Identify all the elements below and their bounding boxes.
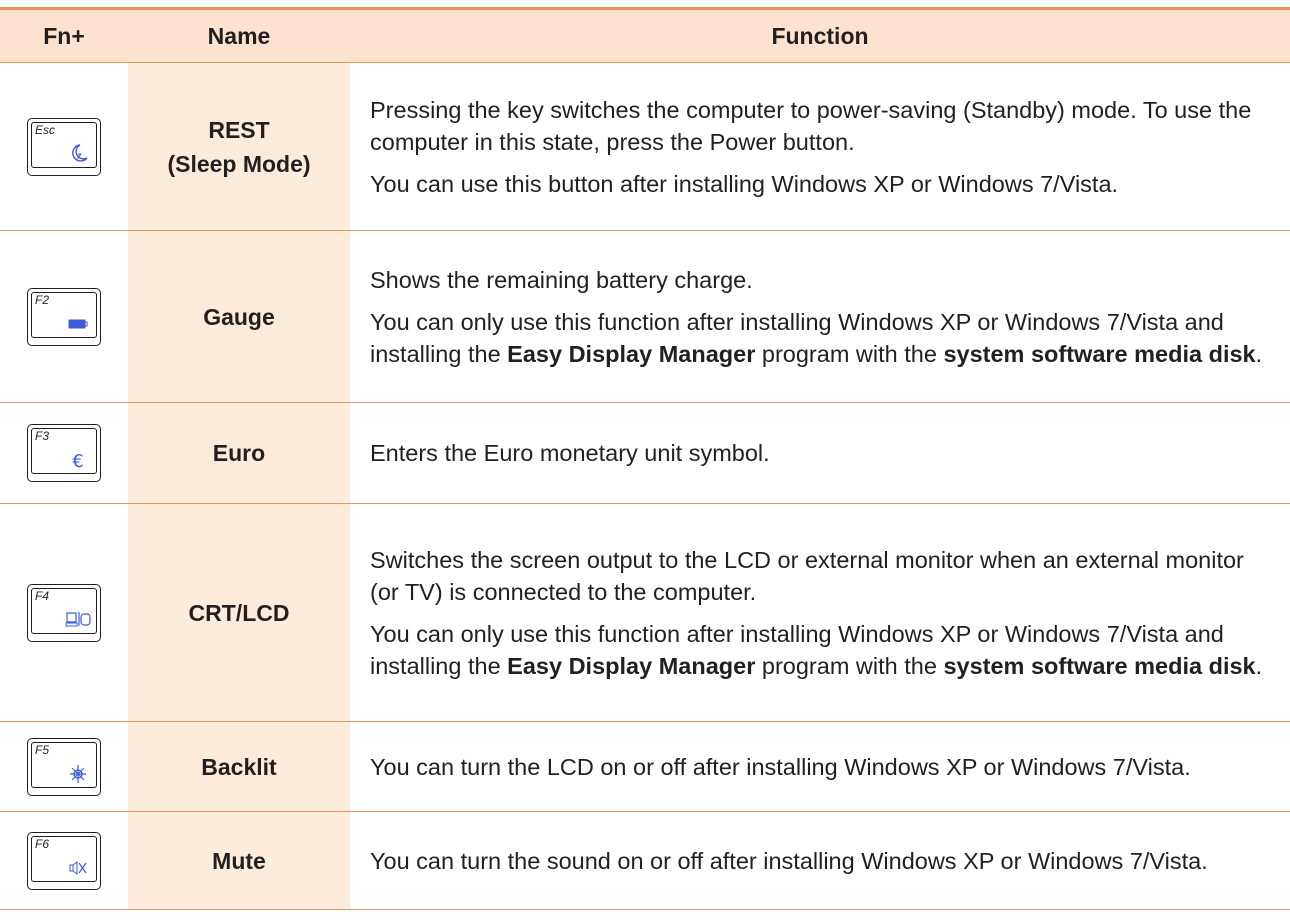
key-cap: F3 € bbox=[27, 424, 101, 482]
function-description-cell: Enters the Euro monetary unit symbol. bbox=[350, 402, 1290, 504]
function-description-cell: You can turn the sound on or off after i… bbox=[350, 811, 1290, 910]
description-paragraph: Pressing the key switches the computer t… bbox=[370, 94, 1276, 158]
key-cap: Esc bbox=[27, 117, 101, 176]
bold-term: Easy Display Manager bbox=[507, 652, 756, 679]
bold-term: Easy Display Manager bbox=[507, 340, 756, 367]
text-run: program with the bbox=[755, 340, 944, 367]
header-name: Name bbox=[128, 10, 350, 63]
text-run: Enters the Euro monetary unit symbol. bbox=[370, 440, 770, 466]
key-label: F6 bbox=[35, 836, 50, 851]
function-description-cell: Switches the screen output to the LCD or… bbox=[350, 503, 1290, 722]
description-paragraph: Enters the Euro monetary unit symbol. bbox=[370, 437, 1276, 469]
battery-icon bbox=[65, 312, 91, 334]
bold-term: system software media disk bbox=[943, 652, 1256, 679]
description-paragraph: Switches the screen output to the LCD or… bbox=[370, 544, 1276, 608]
key-name: Backlit bbox=[201, 753, 277, 780]
key-cap-face: F3 € bbox=[31, 428, 97, 474]
description-paragraph: Shows the remaining battery charge. bbox=[370, 264, 1276, 296]
key-cap: F2 bbox=[27, 287, 101, 346]
key-cap-face: Esc bbox=[31, 121, 97, 168]
fn-key-cell: F5 bbox=[0, 721, 128, 812]
fn-key-cell: F2 bbox=[0, 230, 128, 403]
fn-key-cell: F3 € bbox=[0, 402, 128, 504]
key-cap: F4 bbox=[27, 583, 101, 642]
key-label: F2 bbox=[35, 292, 50, 307]
table-body: Esc REST (Sleep Mode) Pressing the key swit… bbox=[0, 62, 1290, 910]
key-label: Esc bbox=[35, 122, 56, 137]
text-run: You can use this button after installing… bbox=[370, 170, 1119, 197]
key-cap: F6 bbox=[27, 831, 101, 890]
table-row: F3 € Euro Enters the Euro monetary unit sym… bbox=[0, 402, 1290, 504]
key-name-cell: Mute bbox=[128, 811, 350, 910]
key-cap-face: F5 bbox=[31, 741, 97, 788]
key-name: CRT/LCD bbox=[188, 599, 290, 626]
key-name: Gauge bbox=[203, 303, 275, 330]
text-run: Switches the screen output to the LCD or… bbox=[370, 546, 1244, 605]
table-row: F5 Backlit You can turn the LCD on or off … bbox=[0, 721, 1290, 812]
table-row: F2 Gauge Shows the remaining battery charg… bbox=[0, 230, 1290, 403]
moon-icon bbox=[65, 142, 91, 164]
fn-key-cell: F4 bbox=[0, 503, 128, 722]
key-name: Euro bbox=[212, 440, 266, 466]
text-run: You can turn the LCD on or off after ins… bbox=[370, 753, 1191, 780]
text-run: . bbox=[1255, 652, 1263, 679]
text-run: Pressing the key switches the computer t… bbox=[370, 96, 1252, 155]
description-paragraph: You can only use this function after ins… bbox=[370, 618, 1276, 682]
table-row: F6 Mute You can turn the sound on or off a… bbox=[0, 811, 1290, 910]
key-cap: F5 bbox=[27, 737, 101, 796]
bold-term: system software media disk bbox=[943, 340, 1256, 367]
function-description-cell: Shows the remaining battery charge. You c… bbox=[350, 230, 1290, 403]
euro-icon: € bbox=[65, 448, 91, 470]
description-paragraph: You can turn the sound on or off after i… bbox=[370, 845, 1276, 877]
key-name-cell: REST (Sleep Mode) bbox=[128, 62, 350, 231]
backlight-icon bbox=[65, 762, 91, 784]
mute-icon bbox=[65, 856, 91, 878]
key-name-cell: Euro bbox=[128, 402, 350, 504]
description-paragraph: You can only use this function after ins… bbox=[370, 306, 1276, 370]
description-paragraph: You can use this button after installing… bbox=[370, 168, 1276, 200]
key-label: F5 bbox=[35, 742, 50, 757]
function-description-cell: You can turn the LCD on or off after ins… bbox=[350, 721, 1290, 812]
text-run: Shows the remaining battery charge. bbox=[370, 266, 753, 293]
key-cap-face: F4 bbox=[31, 587, 97, 634]
key-name: Mute bbox=[212, 847, 266, 874]
fn-key-cell: F6 bbox=[0, 811, 128, 910]
function-description-cell: Pressing the key switches the computer t… bbox=[350, 62, 1290, 231]
header-row: Fn+ Name Function bbox=[0, 10, 1290, 63]
key-name-cell: CRT/LCD bbox=[128, 503, 350, 722]
header-fn: Fn+ bbox=[0, 10, 128, 63]
key-name-cell: Backlit bbox=[128, 721, 350, 812]
header-function: Function bbox=[350, 10, 1290, 63]
key-label: F4 bbox=[35, 588, 50, 603]
text-run: program with the bbox=[755, 652, 944, 679]
function-key-table: Fn+ Name Function Esc REST (Sleep Mode) Pre… bbox=[0, 10, 1290, 910]
table-row: F4 CRT/LCD Switches the screen output to t… bbox=[0, 503, 1290, 722]
key-cap-face: F6 bbox=[31, 835, 97, 882]
svg-text:€: € bbox=[72, 451, 83, 470]
description-paragraph: You can turn the LCD on or off after ins… bbox=[370, 751, 1276, 783]
text-run: . bbox=[1255, 340, 1263, 367]
monitor-switch-icon bbox=[65, 608, 91, 630]
key-name-cell: Gauge bbox=[128, 230, 350, 403]
key-label: F3 bbox=[35, 429, 50, 443]
table-row: Esc REST (Sleep Mode) Pressing the key swit… bbox=[0, 62, 1290, 231]
key-name: REST bbox=[208, 116, 270, 143]
key-cap-face: F2 bbox=[31, 291, 97, 338]
fn-key-cell: Esc bbox=[0, 62, 128, 231]
text-run: You can turn the sound on or off after i… bbox=[370, 847, 1208, 874]
key-name: (Sleep Mode) bbox=[167, 150, 311, 177]
